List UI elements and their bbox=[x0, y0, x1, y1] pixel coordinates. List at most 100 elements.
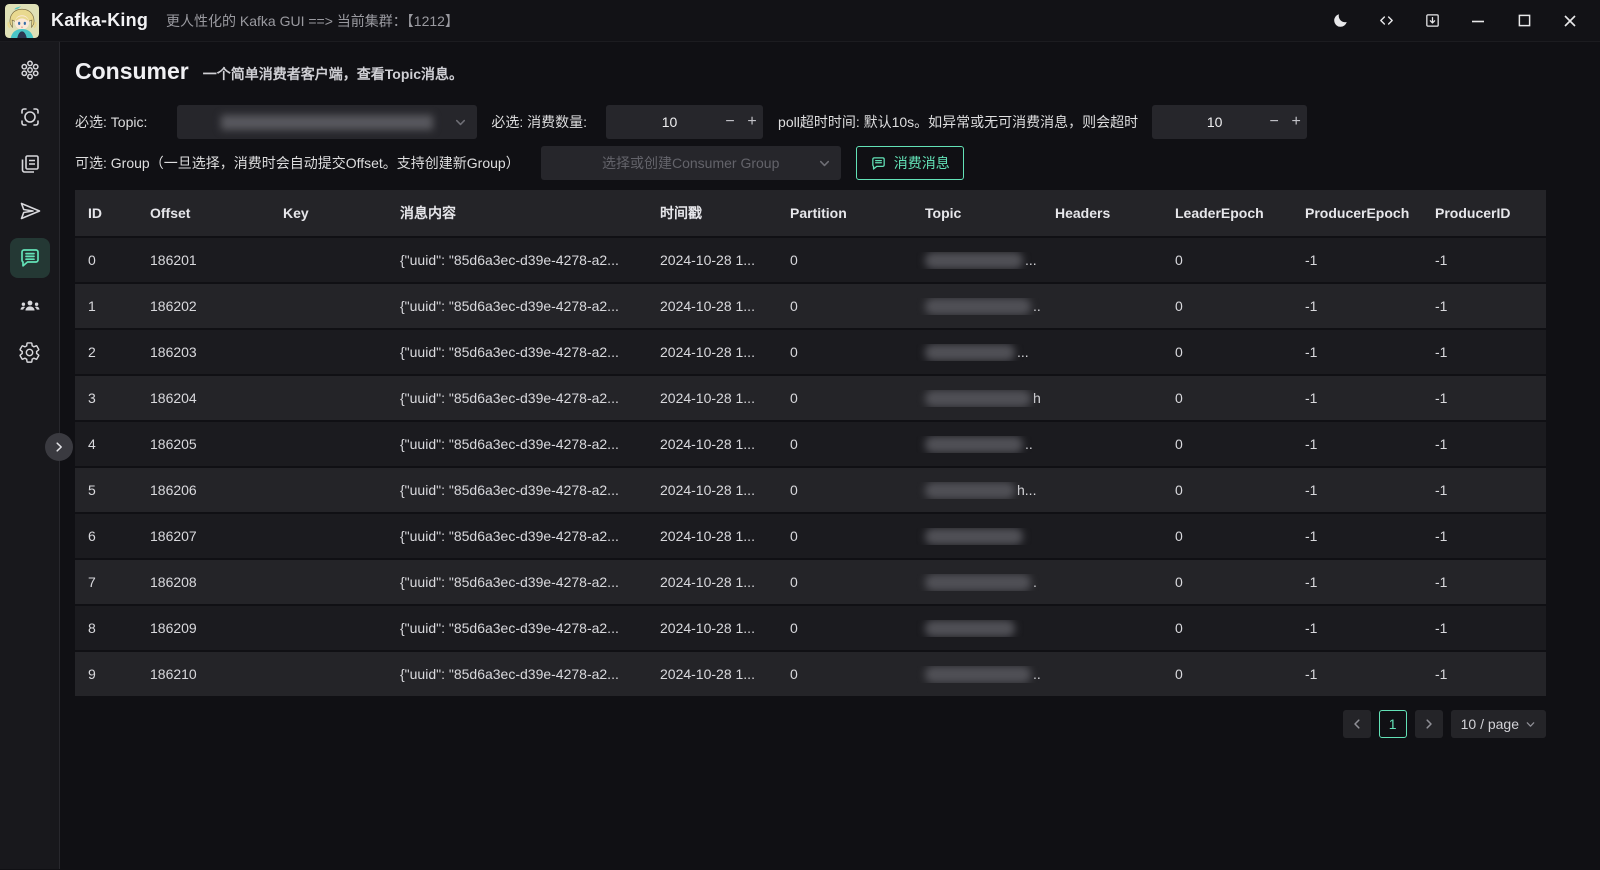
app-logo-avatar bbox=[5, 4, 39, 38]
download-icon[interactable] bbox=[1416, 6, 1448, 36]
cell-message: {"uuid": "85d6a3ec-d39e-4278-a2... bbox=[387, 436, 647, 452]
poll-minus-button[interactable]: − bbox=[1263, 113, 1285, 131]
table-row[interactable]: 7 186208 {"uuid": "85d6a3ec-d39e-4278-a2… bbox=[75, 560, 1546, 604]
cell-producer-id: -1 bbox=[1422, 252, 1546, 268]
table-row[interactable]: 5 186206 {"uuid": "85d6a3ec-d39e-4278-a2… bbox=[75, 468, 1546, 512]
topic-suffix: h... bbox=[1017, 482, 1036, 498]
cell-offset: 186206 bbox=[137, 482, 270, 498]
group-select-placeholder: 选择或创建Consumer Group bbox=[602, 153, 779, 173]
messages-table: IDOffsetKey消息内容时间戳PartitionTopicHeadersL… bbox=[75, 190, 1546, 696]
cell-message: {"uuid": "85d6a3ec-d39e-4278-a2... bbox=[387, 252, 647, 268]
maximize-icon[interactable] bbox=[1508, 6, 1540, 36]
chat-bubble-icon bbox=[870, 155, 887, 172]
cell-id: 0 bbox=[75, 252, 137, 268]
cell-partition: 0 bbox=[777, 344, 912, 360]
cell-leader-epoch: 0 bbox=[1162, 390, 1292, 406]
prev-page-button[interactable] bbox=[1343, 710, 1371, 738]
documents-icon bbox=[18, 152, 42, 176]
cell-producer-epoch: -1 bbox=[1292, 298, 1422, 314]
cell-id: 6 bbox=[75, 528, 137, 544]
count-plus-button[interactable]: + bbox=[741, 113, 763, 131]
consumer-group-select[interactable]: 选择或创建Consumer Group bbox=[541, 146, 841, 180]
code-icon[interactable] bbox=[1370, 6, 1402, 36]
topic-select[interactable] bbox=[177, 105, 477, 139]
cell-message: {"uuid": "85d6a3ec-d39e-4278-a2... bbox=[387, 298, 647, 314]
poll-plus-button[interactable]: + bbox=[1285, 113, 1307, 131]
cell-message: {"uuid": "85d6a3ec-d39e-4278-a2... bbox=[387, 344, 647, 360]
cell-message: {"uuid": "85d6a3ec-d39e-4278-a2... bbox=[387, 574, 647, 590]
people-group-icon bbox=[18, 293, 42, 317]
window-controls bbox=[1324, 6, 1600, 36]
topic-suffix: .. bbox=[1033, 666, 1041, 682]
chevron-left-icon bbox=[1351, 718, 1363, 730]
send-icon bbox=[18, 199, 42, 223]
sidebar-collapse-toggle[interactable] bbox=[45, 433, 73, 461]
poll-timeout-input[interactable]: 10 − + bbox=[1152, 105, 1307, 139]
consume-count-input[interactable]: 10 − + bbox=[606, 105, 763, 139]
redacted-topic-pill bbox=[925, 574, 1031, 591]
sidebar-item-consumer[interactable] bbox=[10, 238, 50, 278]
cell-message: {"uuid": "85d6a3ec-d39e-4278-a2... bbox=[387, 482, 647, 498]
table-row[interactable]: 3 186204 {"uuid": "85d6a3ec-d39e-4278-a2… bbox=[75, 376, 1546, 420]
table-row[interactable]: 1 186202 {"uuid": "85d6a3ec-d39e-4278-a2… bbox=[75, 284, 1546, 328]
cell-offset: 186201 bbox=[137, 252, 270, 268]
cell-offset: 186207 bbox=[137, 528, 270, 544]
table-row[interactable]: 8 186209 {"uuid": "85d6a3ec-d39e-4278-a2… bbox=[75, 606, 1546, 650]
column-header: Key bbox=[270, 205, 387, 221]
column-header: ID bbox=[75, 205, 137, 221]
page-size-select[interactable]: 10 / page bbox=[1451, 710, 1546, 738]
cell-timestamp: 2024-10-28 1... bbox=[647, 620, 777, 636]
sidebar-item-groups[interactable] bbox=[10, 285, 50, 325]
current-page-button[interactable]: 1 bbox=[1379, 710, 1407, 738]
redacted-topic-pill bbox=[925, 528, 1023, 545]
table-row[interactable]: 2 186203 {"uuid": "85d6a3ec-d39e-4278-a2… bbox=[75, 330, 1546, 374]
sidebar-item-topics[interactable] bbox=[10, 144, 50, 184]
cell-partition: 0 bbox=[777, 528, 912, 544]
theme-moon-icon[interactable] bbox=[1324, 6, 1356, 36]
close-icon[interactable] bbox=[1554, 6, 1586, 36]
redacted-topic-pill bbox=[925, 298, 1031, 315]
column-header: 时间戳 bbox=[647, 203, 777, 223]
topic-suffix: .. bbox=[1033, 298, 1041, 314]
table-header-row: IDOffsetKey消息内容时间戳PartitionTopicHeadersL… bbox=[75, 190, 1546, 236]
count-minus-button[interactable]: − bbox=[719, 113, 741, 131]
cell-offset: 186202 bbox=[137, 298, 270, 314]
cell-offset: 186204 bbox=[137, 390, 270, 406]
cell-producer-epoch: -1 bbox=[1292, 620, 1422, 636]
consume-messages-button[interactable]: 消费消息 bbox=[856, 146, 964, 180]
cell-topic: h... bbox=[912, 482, 1042, 499]
redacted-topic-pill bbox=[925, 344, 1015, 361]
sidebar-item-settings[interactable] bbox=[10, 332, 50, 372]
topic-label: 必选: Topic: bbox=[75, 112, 147, 132]
cell-producer-epoch: -1 bbox=[1292, 252, 1422, 268]
cell-leader-epoch: 0 bbox=[1162, 528, 1292, 544]
sidebar-item-cluster[interactable] bbox=[10, 50, 50, 90]
cell-timestamp: 2024-10-28 1... bbox=[647, 298, 777, 314]
pagination: 1 10 / page bbox=[75, 710, 1546, 738]
cell-message: {"uuid": "85d6a3ec-d39e-4278-a2... bbox=[387, 666, 647, 682]
cell-timestamp: 2024-10-28 1... bbox=[647, 574, 777, 590]
cell-id: 8 bbox=[75, 620, 137, 636]
qty-label: 必选: 消费数量: bbox=[491, 112, 587, 132]
cell-topic: ... bbox=[912, 252, 1042, 269]
table-row[interactable]: 9 186210 {"uuid": "85d6a3ec-d39e-4278-a2… bbox=[75, 652, 1546, 696]
sidebar-item-producer[interactable] bbox=[10, 191, 50, 231]
cell-leader-epoch: 0 bbox=[1162, 298, 1292, 314]
cell-leader-epoch: 0 bbox=[1162, 482, 1292, 498]
table-row[interactable]: 4 186205 {"uuid": "85d6a3ec-d39e-4278-a2… bbox=[75, 422, 1546, 466]
minimize-icon[interactable] bbox=[1462, 6, 1494, 36]
redacted-topic-pill bbox=[925, 666, 1031, 683]
cell-timestamp: 2024-10-28 1... bbox=[647, 390, 777, 406]
sidebar-item-monitor[interactable] bbox=[10, 97, 50, 137]
column-header: Offset bbox=[137, 205, 270, 221]
chevron-right-icon bbox=[1423, 718, 1435, 730]
column-header: Topic bbox=[912, 205, 1042, 221]
table-row[interactable]: 6 186207 {"uuid": "85d6a3ec-d39e-4278-a2… bbox=[75, 514, 1546, 558]
app-subtitle: 更人性化的 Kafka GUI ==> 当前集群：【1212】 bbox=[166, 11, 459, 31]
table-row[interactable]: 0 186201 {"uuid": "85d6a3ec-d39e-4278-a2… bbox=[75, 238, 1546, 282]
next-page-button[interactable] bbox=[1415, 710, 1443, 738]
cell-offset: 186210 bbox=[137, 666, 270, 682]
cell-topic: .. bbox=[912, 436, 1042, 453]
redacted-topic-pill bbox=[925, 620, 1015, 637]
cluster-hive-icon bbox=[18, 58, 42, 82]
